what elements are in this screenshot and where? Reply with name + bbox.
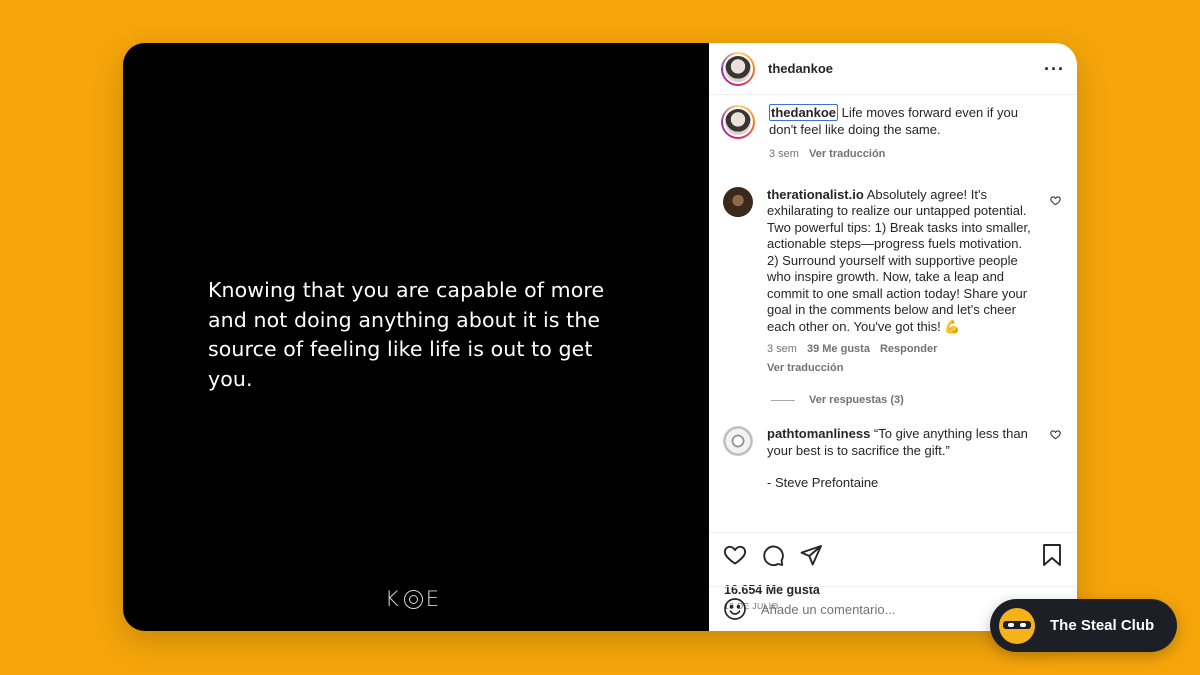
koe-logo-o-icon xyxy=(403,589,423,609)
view-replies-button[interactable]: Ver respuestas (3) xyxy=(771,394,1063,406)
caption-username[interactable]: thedankoe xyxy=(769,104,839,121)
steal-club-label: The Steal Club xyxy=(1050,617,1155,634)
author-photo xyxy=(725,55,751,82)
commenter-username[interactable]: therationalist.io xyxy=(767,187,864,202)
comment-likes[interactable]: 39 Me gusta xyxy=(807,341,870,358)
koe-logo: KE xyxy=(385,587,442,611)
reply-button[interactable]: Responder xyxy=(880,341,937,358)
caption-time: 3 sem xyxy=(769,148,799,160)
commenter-avatar[interactable] xyxy=(723,186,753,217)
comment-icon[interactable] xyxy=(761,543,785,567)
list-item: therationalist.io Absolutely agree! It's… xyxy=(721,186,1063,377)
author-avatar[interactable] xyxy=(721,51,755,86)
caption-avatar[interactable] xyxy=(721,105,755,139)
list-item: pathtomanliness “To give anything less t… xyxy=(721,426,1063,492)
like-heart-icon[interactable] xyxy=(723,543,747,567)
steal-club-logo-icon xyxy=(999,607,1035,644)
post-quote: Knowing that you are capable of more and… xyxy=(208,278,605,391)
post-header: thedankoe ··· xyxy=(709,43,1077,95)
commenter-avatar[interactable] xyxy=(723,426,753,456)
comment-text: Absolutely agree! It's exhilarating to r… xyxy=(767,186,1031,334)
caption-translate-link[interactable]: Ver traducción xyxy=(809,146,885,163)
caption: thedankoe Life moves forward even if you… xyxy=(721,104,1063,163)
comment-time: 3 sem xyxy=(767,343,797,355)
steal-club-badge[interactable]: The Steal Club xyxy=(990,599,1177,652)
more-options-icon[interactable]: ··· xyxy=(1044,60,1065,78)
post-image[interactable]: Knowing that you are capable of more and… xyxy=(123,43,709,631)
post-side-panel: thedankoe ··· thedankoe Life moves forwa… xyxy=(709,43,1077,631)
author-username[interactable]: thedankoe xyxy=(768,61,833,76)
comment-like-heart-icon[interactable] xyxy=(1050,195,1061,206)
comment-translate-link[interactable]: Ver traducción xyxy=(767,360,843,377)
emoji-icon[interactable] xyxy=(723,597,747,621)
comment-text-extra: - Steve Prefontaine xyxy=(767,475,879,490)
comment-like-heart-icon[interactable] xyxy=(1050,429,1061,440)
share-icon[interactable] xyxy=(799,543,823,567)
replies-divider xyxy=(771,399,795,401)
post-actions-bar xyxy=(709,532,1077,577)
commenter-username[interactable]: pathtomanliness xyxy=(767,426,870,441)
instagram-post-card: Knowing that you are capable of more and… xyxy=(123,43,1077,631)
comments-list[interactable]: thedankoe Life moves forward even if you… xyxy=(709,95,1077,532)
save-bookmark-icon[interactable] xyxy=(1041,543,1063,567)
caption-author-photo xyxy=(725,109,751,135)
view-replies-label: Ver respuestas (3) xyxy=(809,394,904,406)
